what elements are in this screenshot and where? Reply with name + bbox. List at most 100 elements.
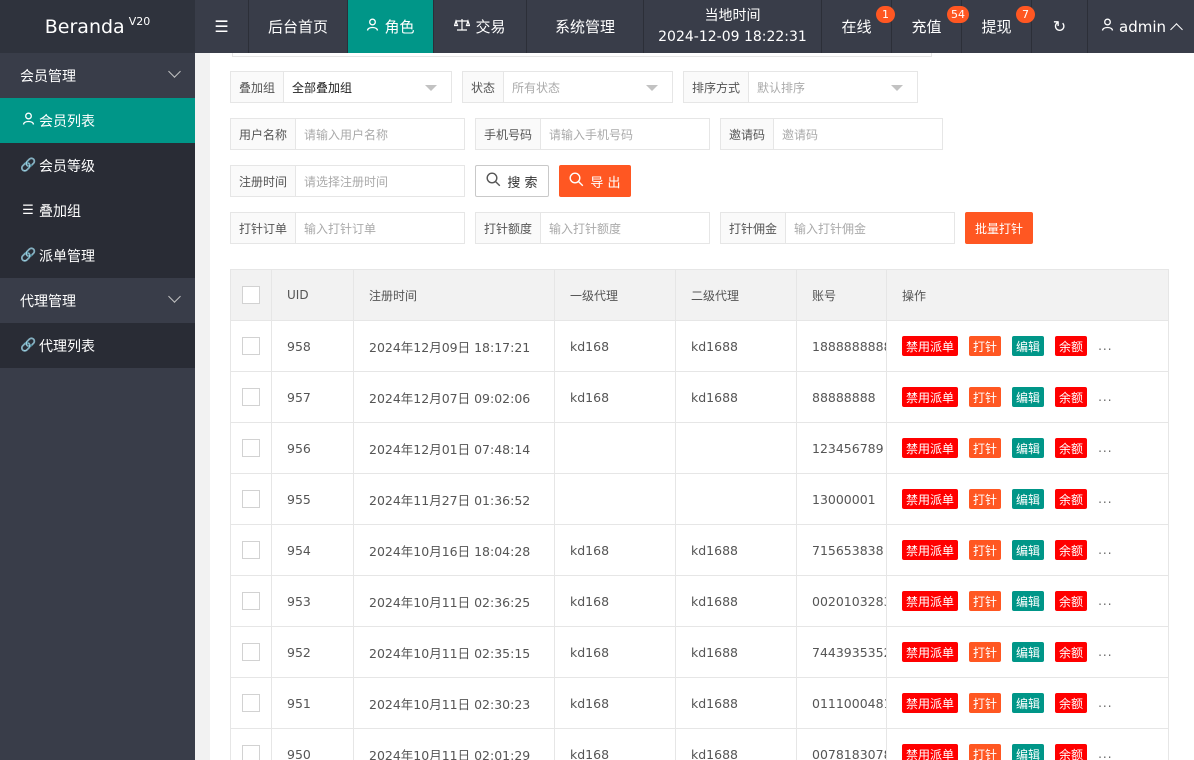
- phone-field[interactable]: 手机号码 请输入手机号码: [475, 118, 710, 150]
- row-checkbox[interactable]: [242, 592, 260, 610]
- more-actions-button[interactable]: ...: [1098, 696, 1112, 710]
- punch-amount-field[interactable]: 打针额度 输入打针额度: [475, 212, 710, 244]
- edit-button[interactable]: 编辑: [1012, 642, 1045, 662]
- nav-home[interactable]: 后台首页: [249, 0, 348, 53]
- nav-withdraw[interactable]: 提现 7: [962, 0, 1035, 53]
- column-header[interactable]: 账号: [796, 269, 887, 321]
- username-input[interactable]: 请输入用户名称: [296, 119, 464, 149]
- invite-input[interactable]: 邀请码: [774, 119, 942, 149]
- disable-dispatch-button[interactable]: 禁用派单: [902, 540, 959, 560]
- row-checkbox[interactable]: [242, 694, 260, 712]
- phone-input[interactable]: 请输入手机号码: [541, 119, 709, 149]
- more-actions-button[interactable]: ...: [1098, 492, 1112, 506]
- sidebar-item-member-list[interactable]: 会员列表: [0, 98, 195, 143]
- punch-amount-input[interactable]: 输入打针额度: [541, 213, 709, 243]
- sidebar-item-member-level[interactable]: 🔗 会员等级: [0, 143, 195, 188]
- punch-button[interactable]: 打针: [969, 744, 1002, 760]
- nav-trade[interactable]: 交易: [434, 0, 527, 53]
- more-actions-button[interactable]: ...: [1098, 543, 1112, 557]
- stack-group-select[interactable]: 叠加组 全部叠加组: [230, 71, 452, 103]
- row-checkbox[interactable]: [242, 745, 260, 760]
- column-header[interactable]: 一级代理: [554, 269, 676, 321]
- disable-dispatch-button[interactable]: 禁用派单: [902, 438, 959, 458]
- punch-button[interactable]: 打针: [969, 642, 1002, 662]
- row-checkbox[interactable]: [242, 337, 260, 355]
- more-actions-button[interactable]: ...: [1098, 339, 1112, 353]
- more-actions-button[interactable]: ...: [1098, 645, 1112, 659]
- sidebar-item-dispatch[interactable]: 🔗 派单管理: [0, 233, 195, 278]
- punch-commission-input[interactable]: 输入打针佣金: [786, 213, 954, 243]
- edit-button[interactable]: 编辑: [1012, 540, 1045, 560]
- balance-button[interactable]: 余额: [1055, 438, 1088, 458]
- select-all-checkbox[interactable]: [242, 286, 260, 304]
- username-field[interactable]: 用户名称 请输入用户名称: [230, 118, 465, 150]
- nav-roles[interactable]: 角色: [348, 0, 434, 53]
- export-button[interactable]: 导 出: [559, 165, 631, 197]
- edit-button[interactable]: 编辑: [1012, 438, 1045, 458]
- disable-dispatch-button[interactable]: 禁用派单: [902, 489, 959, 509]
- punch-button[interactable]: 打针: [969, 336, 1002, 356]
- search-icon: [569, 171, 584, 191]
- more-actions-button[interactable]: ...: [1098, 441, 1112, 455]
- more-actions-button[interactable]: ...: [1098, 747, 1112, 760]
- disable-dispatch-button[interactable]: 禁用派单: [902, 693, 959, 713]
- nav-system[interactable]: 系统管理: [527, 0, 644, 53]
- reg-time-input[interactable]: 请选择注册时间: [296, 166, 464, 196]
- edit-button[interactable]: 编辑: [1012, 744, 1045, 760]
- edit-button[interactable]: 编辑: [1012, 693, 1045, 713]
- disable-dispatch-button[interactable]: 禁用派单: [902, 591, 959, 611]
- disable-dispatch-button[interactable]: 禁用派单: [902, 336, 959, 356]
- user-menu[interactable]: admin: [1088, 0, 1194, 53]
- column-header[interactable]: 注册时间: [353, 269, 555, 321]
- brand-logo[interactable]: Beranda V20: [0, 0, 195, 53]
- punch-button[interactable]: 打针: [969, 387, 1002, 407]
- sidebar-item-agent-list[interactable]: 🔗 代理列表: [0, 323, 195, 368]
- status-select[interactable]: 状态 所有状态: [462, 71, 673, 103]
- punch-button[interactable]: 打针: [969, 540, 1002, 560]
- balance-button[interactable]: 余额: [1055, 591, 1088, 611]
- menu-toggle-button[interactable]: ☰: [195, 0, 249, 53]
- sort-select[interactable]: 排序方式 默认排序: [683, 71, 918, 103]
- edit-button[interactable]: 编辑: [1012, 591, 1045, 611]
- disable-dispatch-button[interactable]: 禁用派单: [902, 642, 959, 662]
- punch-button[interactable]: 打针: [969, 438, 1002, 458]
- row-checkbox[interactable]: [242, 541, 260, 559]
- edit-button[interactable]: 编辑: [1012, 336, 1045, 356]
- balance-button[interactable]: 余额: [1055, 489, 1088, 509]
- disable-dispatch-button[interactable]: 禁用派单: [902, 744, 959, 760]
- punch-button[interactable]: 打针: [969, 693, 1002, 713]
- more-actions-button[interactable]: ...: [1098, 594, 1112, 608]
- balance-button[interactable]: 余额: [1055, 693, 1088, 713]
- punch-order-input[interactable]: 输入打针订单: [296, 213, 464, 243]
- sidebar-group-members[interactable]: 会员管理: [0, 53, 195, 98]
- row-checkbox[interactable]: [242, 643, 260, 661]
- nav-recharge[interactable]: 充值 54: [892, 0, 969, 53]
- batch-punch-button[interactable]: 批量打针: [965, 212, 1033, 244]
- balance-button[interactable]: 余额: [1055, 642, 1088, 662]
- edit-button[interactable]: 编辑: [1012, 387, 1045, 407]
- more-actions-button[interactable]: ...: [1098, 390, 1112, 404]
- balance-button[interactable]: 余额: [1055, 744, 1088, 760]
- punch-order-field[interactable]: 打针订单 输入打针订单: [230, 212, 465, 244]
- balance-button[interactable]: 余额: [1055, 387, 1088, 407]
- balance-button[interactable]: 余额: [1055, 540, 1088, 560]
- row-checkbox[interactable]: [242, 439, 260, 457]
- chevron-up-icon: [1170, 23, 1183, 36]
- balance-button[interactable]: 余额: [1055, 336, 1088, 356]
- edit-button[interactable]: 编辑: [1012, 489, 1045, 509]
- punch-commission-field[interactable]: 打针佣金 输入打针佣金: [720, 212, 955, 244]
- sidebar-item-stack-group[interactable]: ☰ 叠加组: [0, 188, 195, 233]
- punch-button[interactable]: 打针: [969, 591, 1002, 611]
- column-header[interactable]: UID: [271, 269, 354, 321]
- reg-time-field[interactable]: 注册时间 请选择注册时间: [230, 165, 465, 197]
- refresh-button[interactable]: ↻: [1032, 0, 1088, 53]
- nav-online[interactable]: 在线 1: [822, 0, 895, 53]
- sidebar-group-agents[interactable]: 代理管理: [0, 278, 195, 323]
- row-checkbox[interactable]: [242, 490, 260, 508]
- search-button[interactable]: 搜 索: [475, 165, 549, 197]
- punch-button[interactable]: 打针: [969, 489, 1002, 509]
- disable-dispatch-button[interactable]: 禁用派单: [902, 387, 959, 407]
- row-checkbox[interactable]: [242, 388, 260, 406]
- invite-field[interactable]: 邀请码 邀请码: [720, 118, 943, 150]
- column-header[interactable]: 二级代理: [675, 269, 797, 321]
